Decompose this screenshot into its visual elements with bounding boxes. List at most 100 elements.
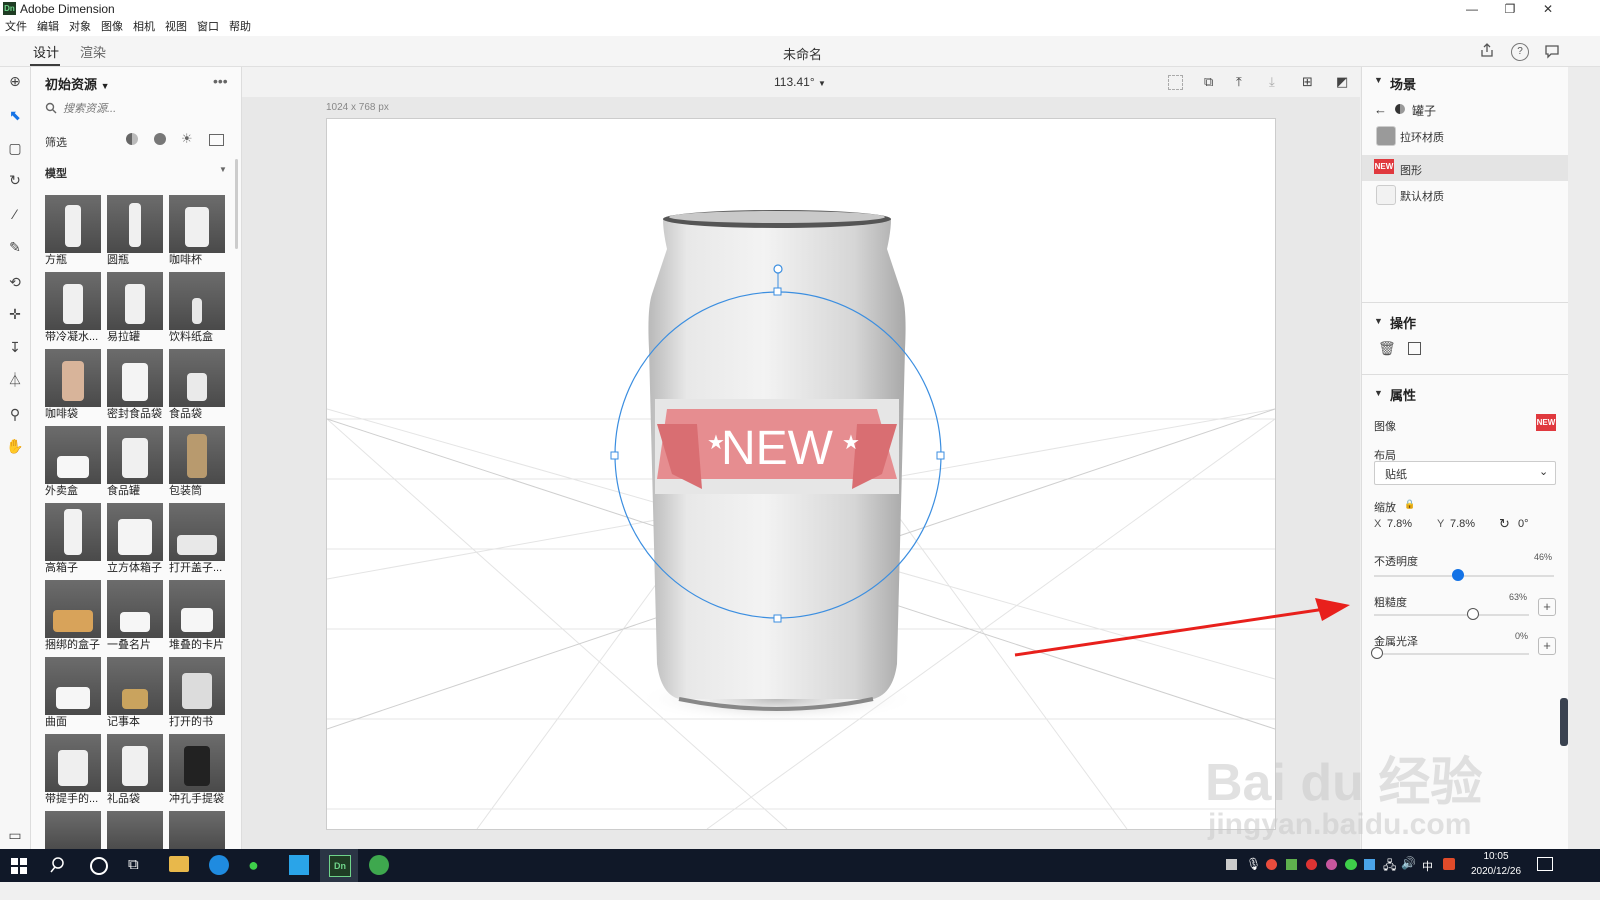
scale-handle-top[interactable] — [773, 287, 782, 296]
dolly-tool-icon[interactable]: ↧ — [5, 337, 25, 357]
duplicate-icon[interactable] — [1408, 342, 1421, 355]
volume-icon[interactable]: 🔊 — [1401, 856, 1416, 870]
soda-can[interactable]: NEW ★ ★ — [648, 210, 906, 711]
images-filter-icon[interactable] — [209, 134, 224, 146]
render-preview-icon[interactable]: ◩ — [1336, 74, 1348, 90]
asset-thumbnail[interactable]: 打开的书 — [169, 657, 225, 729]
lights-filter-icon[interactable]: ☀ — [181, 131, 193, 147]
app-icon[interactable] — [289, 855, 309, 875]
menu-camera[interactable]: 相机 — [128, 18, 160, 36]
tray-icon[interactable] — [1226, 859, 1237, 870]
notification-icon[interactable] — [1537, 857, 1553, 871]
metallic-add-texture-button[interactable]: + — [1538, 637, 1556, 655]
search-icon[interactable] — [50, 856, 68, 874]
minimize-icon[interactable]: — — [1454, 0, 1490, 18]
scale-handle-left[interactable] — [610, 451, 619, 460]
windows-start-icon[interactable] — [10, 857, 28, 875]
asset-thumbnail[interactable]: 包装筒 — [169, 426, 225, 498]
asset-thumbnail[interactable]: 方瓶 — [45, 195, 101, 267]
asset-thumbnail[interactable]: 饮料纸盒 — [169, 272, 225, 344]
asset-thumbnail[interactable]: 食品袋 — [169, 349, 225, 421]
scale-handle-bottom[interactable] — [773, 614, 782, 623]
menu-file[interactable]: 文件 — [0, 18, 32, 36]
task-view-icon[interactable]: ⧉ — [128, 856, 139, 873]
clock-time[interactable]: 10:05 — [1466, 851, 1526, 862]
opacity-slider-thumb[interactable] — [1451, 569, 1464, 581]
asset-thumbnail[interactable]: 带提手的... — [45, 734, 101, 806]
move-tool-icon[interactable]: ▢ — [5, 138, 25, 158]
cortana-icon[interactable] — [90, 857, 108, 875]
search-input[interactable] — [61, 99, 225, 119]
drop-to-ground-icon[interactable]: ⤒ — [1236, 74, 1242, 90]
opacity-slider[interactable] — [1374, 575, 1554, 577]
asset-thumbnail[interactable] — [169, 811, 225, 851]
frame-icon[interactable] — [1168, 75, 1183, 90]
magic-wand-icon[interactable]: ⁄ — [5, 204, 25, 224]
asset-thumbnail[interactable]: 记事本 — [107, 657, 163, 729]
material-row-pulltab[interactable]: 拉环材质 — [1362, 123, 1569, 149]
close-icon[interactable]: ✕ — [1530, 0, 1566, 18]
browser-app-icon[interactable] — [369, 855, 389, 875]
pan-tool-icon[interactable]: ✛ — [5, 304, 25, 324]
category-chevron-icon[interactable]: ▼ — [219, 165, 227, 174]
layout-dropdown[interactable]: 贴纸 ⌄ — [1374, 461, 1556, 485]
asset-thumbnail[interactable]: 咖啡杯 — [169, 195, 225, 267]
menu-image[interactable]: 图像 — [96, 18, 128, 36]
roughness-add-texture-button[interactable]: + — [1538, 598, 1556, 616]
add-icon[interactable]: ⊕ — [5, 71, 25, 91]
menu-window[interactable]: 窗口 — [192, 18, 224, 36]
chevron-down-icon[interactable]: ▼ — [1374, 316, 1383, 326]
security-tray-icon[interactable] — [1364, 859, 1375, 870]
tray-icon[interactable] — [1266, 859, 1277, 870]
scale-y-input[interactable]: 7.8% — [1450, 518, 1475, 530]
side-handle[interactable] — [1560, 698, 1568, 746]
hand-tool-icon[interactable]: ✋ — [5, 436, 25, 456]
scale-handle-right[interactable] — [936, 451, 945, 460]
menu-view[interactable]: 视图 — [160, 18, 192, 36]
clock-date[interactable]: 2020/12/26 — [1466, 866, 1526, 877]
asset-thumbnail[interactable] — [45, 811, 101, 851]
asset-thumbnail[interactable]: 打开盖子... — [169, 503, 225, 575]
menu-object[interactable]: 对象 — [64, 18, 96, 36]
align-icon[interactable]: ⤓ — [1269, 74, 1275, 90]
asset-thumbnail[interactable]: 一叠名片 — [107, 580, 163, 652]
metallic-slider[interactable] — [1374, 653, 1529, 655]
material-row-graphic[interactable]: NEW 图形 — [1362, 155, 1569, 181]
input-method-icon[interactable] — [1443, 858, 1455, 870]
asset-thumbnail[interactable]: 密封食品袋 — [107, 349, 163, 421]
render-canvas[interactable]: NEW ★ ★ — [326, 118, 1276, 830]
rotation-input[interactable]: 0° — [1518, 518, 1529, 530]
restore-icon[interactable]: ❐ — [1492, 0, 1528, 18]
new-label-graphic[interactable]: NEW ★ ★ — [657, 409, 897, 489]
models-filter-icon[interactable] — [126, 133, 138, 145]
more-options-icon[interactable]: ••• — [213, 73, 228, 89]
zoom-tool-icon[interactable]: ⚲ — [5, 404, 25, 424]
lock-icon[interactable]: 🔒 — [1404, 499, 1415, 510]
tray-icon[interactable] — [1326, 859, 1337, 870]
materials-filter-icon[interactable] — [154, 133, 166, 145]
microphone-icon[interactable]: 🎙 — [1246, 857, 1261, 871]
asset-thumbnail[interactable]: 曲面 — [45, 657, 101, 729]
menu-edit[interactable]: 编辑 — [32, 18, 64, 36]
wechat-tray-icon[interactable] — [1345, 859, 1357, 870]
asset-thumbnail[interactable]: 圆瓶 — [107, 195, 163, 267]
assets-title[interactable]: 初始资源 ▼ — [45, 74, 110, 93]
horizon-tool-icon[interactable]: ⏃ — [5, 370, 25, 390]
asset-thumbnail[interactable]: 冲孔手提袋 — [169, 734, 225, 806]
select-tool-icon[interactable]: ⬉ — [5, 105, 25, 125]
material-row-default[interactable]: 默认材质 — [1362, 182, 1569, 208]
edge-browser-icon[interactable] — [209, 855, 229, 875]
scale-x-input[interactable]: 7.8% — [1387, 518, 1412, 530]
dimension-app-icon[interactable]: Dn — [329, 855, 351, 877]
asset-thumbnail[interactable]: 食品罐 — [107, 426, 163, 498]
metallic-slider-thumb[interactable] — [1371, 647, 1383, 659]
tab-design[interactable]: 设计 — [33, 42, 59, 61]
file-explorer-icon[interactable] — [169, 856, 189, 872]
camera-angle-dropdown[interactable]: 113.41° ▼ — [774, 75, 826, 89]
asset-thumbnail[interactable]: 咖啡袋 — [45, 349, 101, 421]
asset-thumbnail[interactable]: 捆绑的盒子 — [45, 580, 101, 652]
fit-object-icon[interactable]: ⧉ — [1204, 74, 1213, 90]
feedback-icon[interactable] — [1544, 43, 1560, 59]
tray-icon[interactable] — [1286, 859, 1297, 870]
back-arrow-icon[interactable]: ← — [1374, 102, 1387, 117]
